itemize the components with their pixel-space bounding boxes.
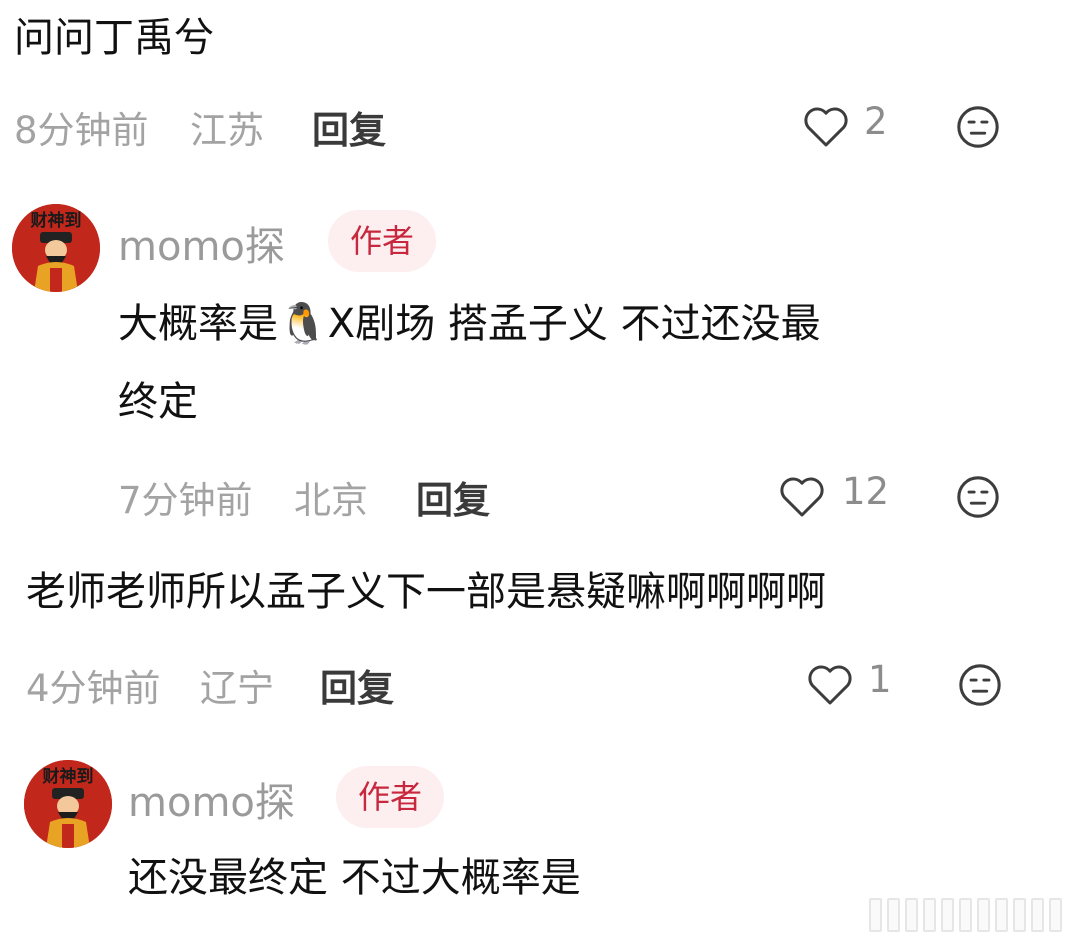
reply-button[interactable]: 回复: [312, 100, 386, 154]
meh-face-icon[interactable]: [955, 474, 1001, 520]
reply-text-line-2: 终定: [118, 379, 198, 425]
like-count: 1: [868, 658, 892, 701]
comment-location: 辽宁: [200, 667, 274, 710]
heart-icon[interactable]: [778, 474, 826, 518]
like-count: 12: [842, 470, 890, 513]
comment-location: 北京: [294, 479, 368, 522]
heart-icon[interactable]: [802, 104, 850, 148]
comment-location: 江苏: [190, 109, 264, 152]
avatar-text: 财神到: [42, 766, 94, 787]
meh-face-icon[interactable]: [957, 662, 1003, 708]
comment-time: 7分钟前: [118, 479, 253, 522]
like-count: 2: [864, 100, 888, 143]
avatar-image: 财神到: [12, 204, 100, 292]
comment-time: 4分钟前: [26, 667, 161, 710]
heart-icon[interactable]: [806, 662, 854, 706]
reply-button[interactable]: 回复: [416, 470, 490, 524]
username[interactable]: momo探: [118, 214, 285, 272]
comment-text: 老师老师所以孟子义下一部是悬疑嘛啊啊啊啊: [26, 569, 826, 615]
comment-text: 问问丁禹兮: [14, 15, 214, 61]
author-badge: 作者: [328, 210, 437, 272]
author-badge: 作者: [336, 766, 445, 828]
meh-face-icon[interactable]: [955, 104, 1001, 150]
avatar[interactable]: 财神到: [24, 760, 112, 848]
reply-button[interactable]: 回复: [320, 658, 394, 712]
comment-time: 8分钟前: [14, 109, 149, 152]
avatar-image: 财神到: [24, 760, 112, 848]
avatar-text: 财神到: [30, 210, 82, 231]
reply-text-line-1: 大概率是🐧X剧场 搭孟子义 不过还没最: [118, 301, 821, 347]
username[interactable]: momo探: [128, 770, 295, 828]
reply-text: 还没最终定 不过大概率是: [128, 855, 581, 901]
avatar[interactable]: 财神到: [12, 204, 100, 292]
watermark: [869, 898, 1062, 932]
